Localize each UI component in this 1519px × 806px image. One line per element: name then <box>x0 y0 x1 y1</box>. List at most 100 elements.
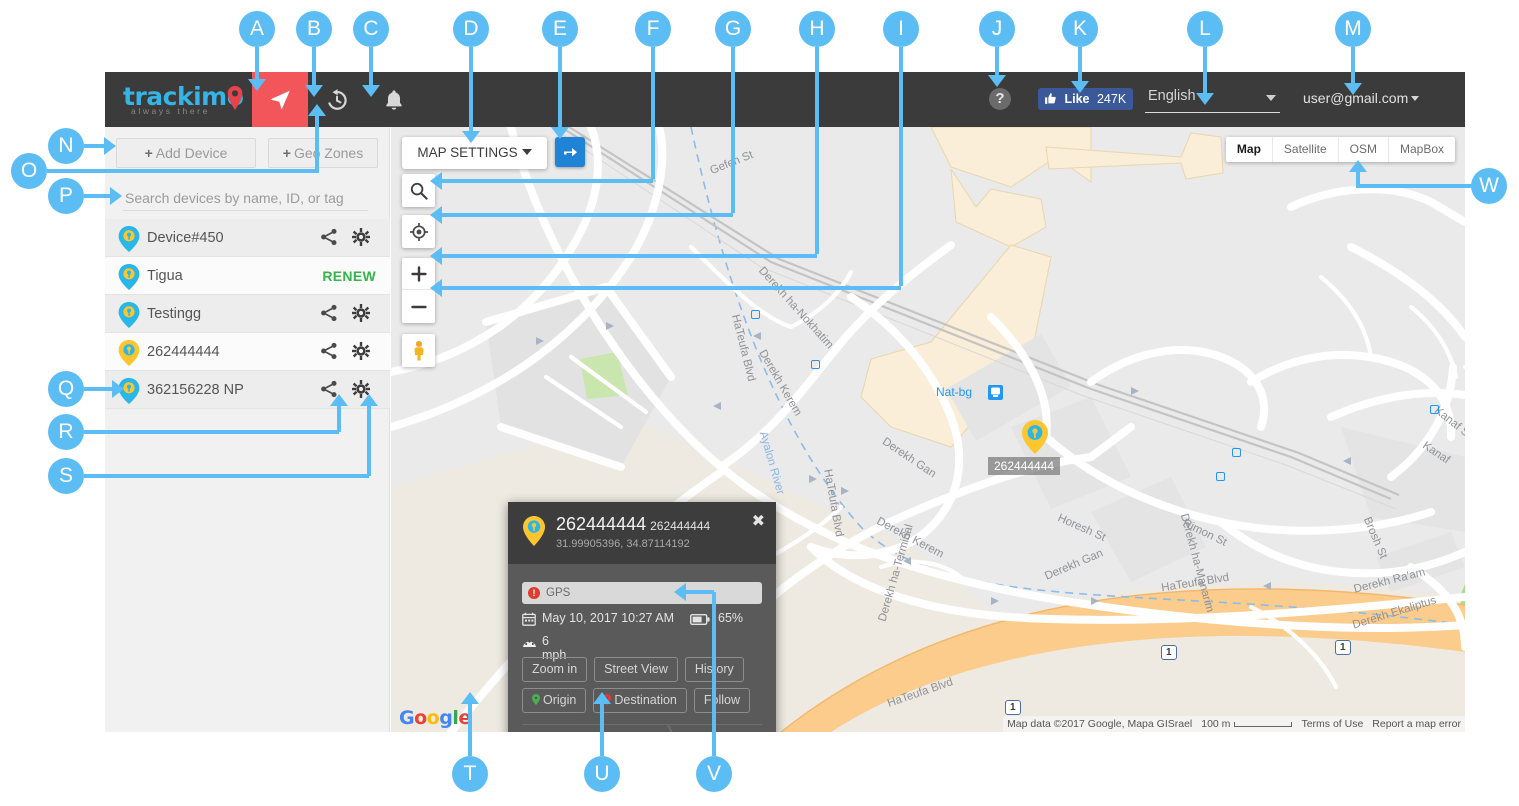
button-label: History <box>694 662 734 676</box>
device-share-button[interactable] <box>320 228 340 248</box>
terms-of-use-link[interactable]: Terms of Use <box>1301 716 1363 732</box>
alerts-nav-button[interactable] <box>366 72 422 127</box>
device-list-item[interactable]: 262444444 <box>105 333 390 371</box>
transit-stop-icon[interactable] <box>1216 472 1225 481</box>
device-name: Device#450 <box>147 230 224 246</box>
device-list-item[interactable]: Testingg <box>105 295 390 333</box>
search-icon <box>410 182 428 200</box>
callout-bubble-s: S <box>48 458 84 494</box>
search-devices-input[interactable] <box>123 185 368 211</box>
map-scale-bar <box>1234 721 1293 727</box>
map-type-satellite-button[interactable]: Satellite <box>1273 137 1339 162</box>
chevron-down-icon <box>521 149 532 155</box>
callout-bubble-j: J <box>979 11 1015 47</box>
pegman-icon <box>414 340 423 360</box>
info-window-panel[interactable]: 262444444 262444444 31.99905396, 34.87114… <box>508 502 776 732</box>
map-type-mapbox-button[interactable]: MapBox <box>1389 137 1455 162</box>
battery-icon <box>690 614 710 625</box>
transit-stop-icon[interactable] <box>811 360 820 369</box>
street-view-control[interactable] <box>402 334 435 367</box>
history-button[interactable]: History <box>684 657 744 682</box>
callout-bubble-u: U <box>584 756 620 792</box>
highway-shield: 1 <box>1161 645 1177 660</box>
geo-zones-button[interactable]: + Geo Zones <box>268 138 378 168</box>
device-share-button[interactable] <box>320 342 340 362</box>
zoom-in-control[interactable] <box>402 258 435 290</box>
callout-bubble-k: K <box>1062 11 1098 47</box>
add-device-button[interactable]: + Add Device <box>116 138 256 168</box>
origin-button[interactable]: Origin <box>522 688 587 713</box>
map-search-control[interactable] <box>402 174 435 207</box>
device-list-item[interactable]: Tigua RENEW <box>105 257 390 295</box>
train-station-icon[interactable] <box>988 385 1003 400</box>
facebook-like-button[interactable]: Like 247K <box>1038 88 1134 110</box>
device-settings-button[interactable] <box>352 380 372 400</box>
device-pin-icon <box>118 264 140 290</box>
device-sidebar: +Add Device +Geo Zones Device#450 TiguaRE… <box>105 127 390 732</box>
info-device-name: 262444444 <box>556 514 647 534</box>
device-settings-button[interactable] <box>352 228 372 248</box>
google-watermark: Google <box>399 707 471 729</box>
zoom-in-button[interactable]: Zoom in <box>522 657 588 682</box>
map-type-osm-button[interactable]: OSM <box>1339 137 1389 162</box>
callout-bubble-c: C <box>353 11 389 47</box>
callout-bubble-a: A <box>239 11 275 47</box>
search-devices-container <box>105 179 390 217</box>
device-pin-icon <box>118 264 140 290</box>
language-value: English <box>1148 88 1196 104</box>
button-label: Destination <box>614 693 677 707</box>
device-settings-button[interactable] <box>352 304 372 324</box>
trackimo-logo[interactable]: trackimo always there <box>123 82 253 118</box>
info-window-map-preview <box>508 725 776 732</box>
callout-bubble-g: G <box>715 11 751 47</box>
map-type-map-button[interactable]: Map <box>1226 137 1273 162</box>
like-count: 247K <box>1096 92 1127 106</box>
sidebar-actions: + Add Device + Geo Zones <box>105 127 390 179</box>
device-settings-button[interactable] <box>352 342 372 362</box>
device-pin-icon <box>118 302 140 328</box>
info-device-id: 262444444 <box>650 519 711 533</box>
device-share-button[interactable] <box>320 304 340 324</box>
divider <box>522 724 762 725</box>
map-settings-label: MAP SETTINGS <box>417 145 518 160</box>
device-pin-icon <box>118 226 140 252</box>
chevron-down-icon <box>1266 95 1276 101</box>
device-pin-icon <box>118 378 140 404</box>
device-list-item[interactable]: 362156228 NP <box>105 371 390 409</box>
callout-bubble-m: M <box>1335 11 1371 47</box>
map-device-marker[interactable] <box>1021 420 1049 454</box>
destination-button[interactable]: Destination <box>593 688 687 713</box>
callout-bubble-n: N <box>48 128 84 164</box>
callout-bubble-h: H <box>799 11 835 47</box>
help-button[interactable]: ? <box>989 88 1011 110</box>
user-account-menu[interactable]: user@gmail.com <box>1303 90 1420 106</box>
map-type-switcher[interactable]: Map Satellite OSM MapBox <box>1225 137 1455 162</box>
battery-percent: 65% <box>718 611 744 625</box>
live-tracking-nav-button[interactable] <box>252 72 308 127</box>
device-name: 362156228 NP <box>147 382 244 398</box>
transit-stop-icon[interactable] <box>751 310 760 319</box>
callout-bubble-w: W <box>1471 168 1507 204</box>
device-list-item[interactable]: Device#450 <box>105 219 390 257</box>
language-selector[interactable]: English <box>1145 85 1280 113</box>
callout-bubble-r: R <box>48 414 84 450</box>
device-pin-icon <box>118 302 140 328</box>
close-icon[interactable]: ✖ <box>752 511 765 530</box>
report-map-error-link[interactable]: Report a map error <box>1372 716 1461 732</box>
transit-stop-icon[interactable] <box>1430 405 1439 414</box>
device-share-button[interactable] <box>320 380 340 400</box>
my-location-control[interactable] <box>402 215 435 248</box>
follow-button[interactable]: Follow <box>693 688 751 713</box>
directions-button[interactable] <box>555 137 585 167</box>
street-view-button[interactable]: Street View <box>594 657 678 682</box>
zoom-out-control[interactable] <box>402 291 435 323</box>
like-label: Like <box>1064 92 1090 106</box>
transit-stop-icon[interactable] <box>1232 448 1241 457</box>
plus-icon: + <box>282 145 291 161</box>
map-settings-button[interactable]: MAP SETTINGS <box>402 137 547 169</box>
device-pin-icon <box>118 340 140 366</box>
callout-bubble-b: B <box>296 11 332 47</box>
map-canvas[interactable]: Gefen St Derekh ha-Nokhatim HaTeufa Blvd… <box>391 127 1465 732</box>
device-renew-badge[interactable]: RENEW <box>322 268 376 284</box>
history-nav-button[interactable] <box>309 72 365 127</box>
